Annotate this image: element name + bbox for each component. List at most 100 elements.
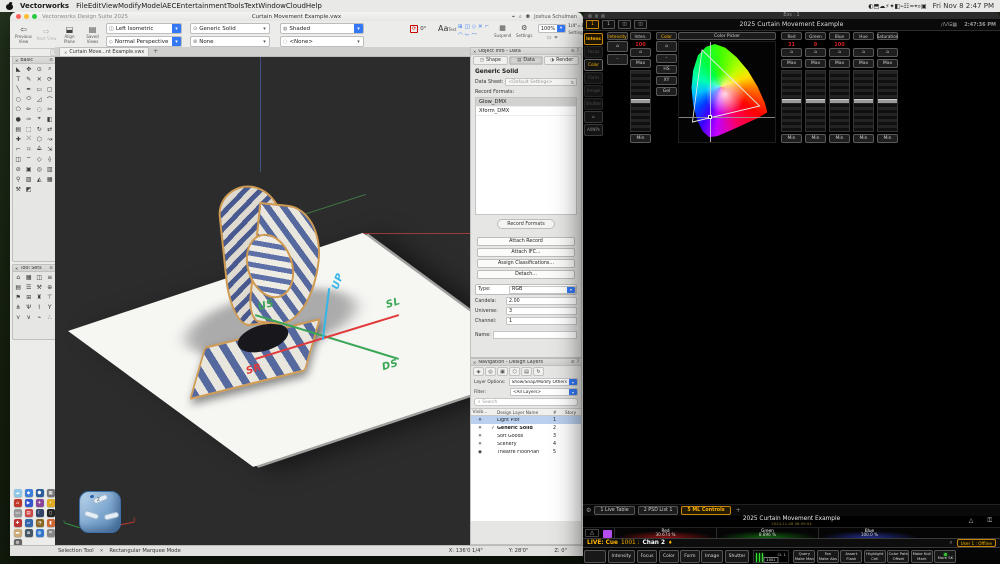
- color-mode-button[interactable]: HS: [656, 65, 677, 74]
- class-dropdown[interactable]: ⊙Generic Solid▾: [190, 23, 270, 34]
- color-mode-button[interactable]: XY: [656, 76, 677, 85]
- basic-tool-button[interactable]: ◫: [13, 154, 24, 164]
- parameter-category-button[interactable]: Image: [584, 85, 603, 97]
- drawing-canvas[interactable]: US UP SL SR DS Z Y X: [55, 57, 470, 545]
- record-action-button[interactable]: Detach...: [477, 270, 575, 279]
- picker-selection-marker[interactable]: [708, 115, 712, 119]
- basic-tool-button[interactable]: ⚒: [13, 184, 24, 194]
- layer-options-dropdown[interactable]: Show/Snap/Modify Others▾: [509, 378, 578, 386]
- grid-icon[interactable]: ▦: [952, 22, 957, 28]
- navigation-mode-icon[interactable]: ◈: [473, 367, 484, 376]
- menubar-clock[interactable]: Fri Nov 8 2:47 PM: [933, 2, 994, 10]
- text-tool[interactable]: AaText: [438, 24, 456, 33]
- workspace-icon[interactable]: ⌂: [14, 499, 22, 507]
- layer-visibility-toggle[interactable]: ✕: [471, 442, 489, 447]
- scale-button[interactable]: 1/4"=1'Settings: [568, 24, 583, 36]
- toolbar-mode-icon[interactable]: ◫: [465, 24, 470, 30]
- workspace-icon[interactable]: ≣: [25, 529, 33, 537]
- rotation-angle[interactable]: ⟳0°: [410, 25, 426, 33]
- tool-set-button[interactable]: ≡: [45, 272, 56, 282]
- basic-tool-button[interactable]: ✕: [34, 74, 45, 84]
- object-info-tab[interactable]: ◑ Render: [544, 56, 579, 65]
- workspace-icon[interactable]: ☁: [14, 489, 22, 497]
- object-info-tab[interactable]: ▤ Data: [509, 56, 544, 65]
- navigation-mode-icon[interactable]: ▤: [521, 367, 532, 376]
- design-layer-row[interactable]: ✕ Soft Goods 3: [471, 432, 581, 440]
- basic-tool-button[interactable]: ⟠: [45, 154, 56, 164]
- intensity-home-button[interactable]: ⌂: [607, 41, 628, 52]
- layer-visibility-toggle[interactable]: ✕: [471, 418, 489, 423]
- basic-tool-button[interactable]: ▢: [45, 84, 56, 94]
- close-icon[interactable]: ✕: [15, 266, 18, 271]
- fader-max-button[interactable]: Max: [853, 59, 874, 68]
- workspace-icon[interactable]: ✈: [36, 499, 44, 507]
- apple-icon[interactable]: [6, 2, 13, 10]
- menubar-item[interactable]: Modify: [118, 2, 141, 10]
- close-traffic-light[interactable]: [16, 14, 21, 19]
- workspace-icon[interactable]: ⌗: [47, 529, 55, 537]
- menubar-status-icon[interactable]: ▣: [921, 3, 927, 10]
- basic-tool-button[interactable]: ◣: [13, 64, 24, 74]
- workspace-icon[interactable]: ◍: [36, 529, 44, 537]
- basic-tool-button[interactable]: ⌖: [34, 114, 45, 124]
- tool-sets-header[interactable]: ✕ Tool Sets ≡: [13, 265, 55, 272]
- command-line[interactable]: LIVE: Cue 1001 : Chan 2 ♦ ⌕ User 1 : Off…: [583, 538, 1000, 548]
- tool-set-button[interactable]: ♜: [34, 292, 45, 302]
- category-softkey[interactable]: Focus: [637, 550, 658, 563]
- basic-tool-button[interactable]: ⚲: [13, 174, 24, 184]
- basic-tool-button[interactable]: ●: [13, 114, 24, 124]
- workspace-icon[interactable]: ◆: [25, 489, 33, 497]
- inten-fader-track[interactable]: [630, 70, 651, 132]
- menubar-item[interactable]: Window: [258, 2, 286, 10]
- basic-tool-button[interactable]: ⇲: [45, 144, 56, 154]
- tool-set-button[interactable]: ⊞: [24, 292, 35, 302]
- fader-max-button[interactable]: Max: [877, 59, 898, 68]
- basic-tool-button[interactable]: ◧: [45, 114, 56, 124]
- basic-tool-button[interactable]: ✂: [45, 104, 56, 114]
- data-sheet-dropdown[interactable]: <Default Settings>⇅: [505, 78, 577, 86]
- basic-tool-button[interactable]: ⬭: [24, 94, 35, 104]
- fader-min-button[interactable]: Min: [781, 134, 802, 143]
- navigation-mode-icon[interactable]: ⬡: [509, 367, 520, 376]
- settings-button[interactable]: ⚙Settings: [516, 24, 532, 39]
- record-field-input[interactable]: RGB▾: [509, 286, 576, 294]
- basic-tool-button[interactable]: ⇄: [45, 124, 56, 134]
- tool-set-button[interactable]: ⌁: [34, 312, 45, 322]
- eos-display-tab[interactable]: 1 Live Table: [594, 506, 634, 515]
- tool-set-button[interactable]: Ψ: [24, 302, 35, 312]
- workspace-icon[interactable]: ✚: [14, 519, 22, 527]
- design-layer-row[interactable]: ✕ Scenery 4: [471, 440, 581, 448]
- fader-max-button[interactable]: Max: [781, 59, 802, 68]
- user-name[interactable]: Joshua Schulman: [534, 14, 577, 20]
- workspace-icon[interactable]: ◔: [36, 519, 44, 527]
- delta-icon[interactable]: △: [585, 529, 599, 537]
- close-icon[interactable]: ✕: [64, 50, 67, 55]
- toolbar-mode-icon[interactable]: ◇: [472, 24, 476, 30]
- parameter-category-button[interactable]: Focus: [584, 46, 603, 58]
- search-icon[interactable]: ⌕: [950, 540, 953, 547]
- gear-icon[interactable]: ⚙: [586, 507, 591, 514]
- workspace-icon[interactable]: ▱: [25, 519, 33, 527]
- basic-tool-button[interactable]: ◎: [34, 164, 45, 174]
- function-softkey[interactable]: Color Path Offset: [887, 550, 909, 563]
- tool-set-button[interactable]: ⌂: [13, 272, 24, 282]
- basic-palette-header[interactable]: ✕ Basic ≡: [13, 57, 55, 64]
- category-softkey[interactable]: Shutter: [725, 550, 750, 563]
- navigation-header[interactable]: ✕ Navigation - Design Layers ≡ ?: [471, 359, 581, 366]
- parameter-category-button[interactable]: Color: [584, 59, 603, 71]
- basic-tool-button[interactable]: ⌕: [45, 64, 56, 74]
- record-action-button[interactable]: Assign Classifications...: [477, 259, 575, 268]
- design-layer-row[interactable]: ✕ ✓ Generic Solid 2: [471, 424, 581, 432]
- basic-tool-button[interactable]: ╲: [13, 84, 24, 94]
- menubar-item[interactable]: Model: [141, 2, 162, 10]
- basic-tool-button[interactable]: ▤: [13, 124, 24, 134]
- basic-tool-button[interactable]: ↝: [45, 134, 56, 144]
- view-cube-left-face[interactable]: [83, 510, 99, 520]
- parameter-category-button[interactable]: AllNPs: [584, 124, 603, 136]
- pin-icon[interactable]: ⌖: [512, 14, 515, 20]
- suspend-button[interactable]: ▦Suspend: [494, 24, 511, 39]
- workspace-icon[interactable]: ▭: [14, 509, 22, 517]
- layer-visibility-toggle[interactable]: ✕: [471, 434, 489, 439]
- filter-dropdown[interactable]: <All Layers>▾: [510, 388, 578, 396]
- close-icon[interactable]: ✕: [15, 58, 18, 63]
